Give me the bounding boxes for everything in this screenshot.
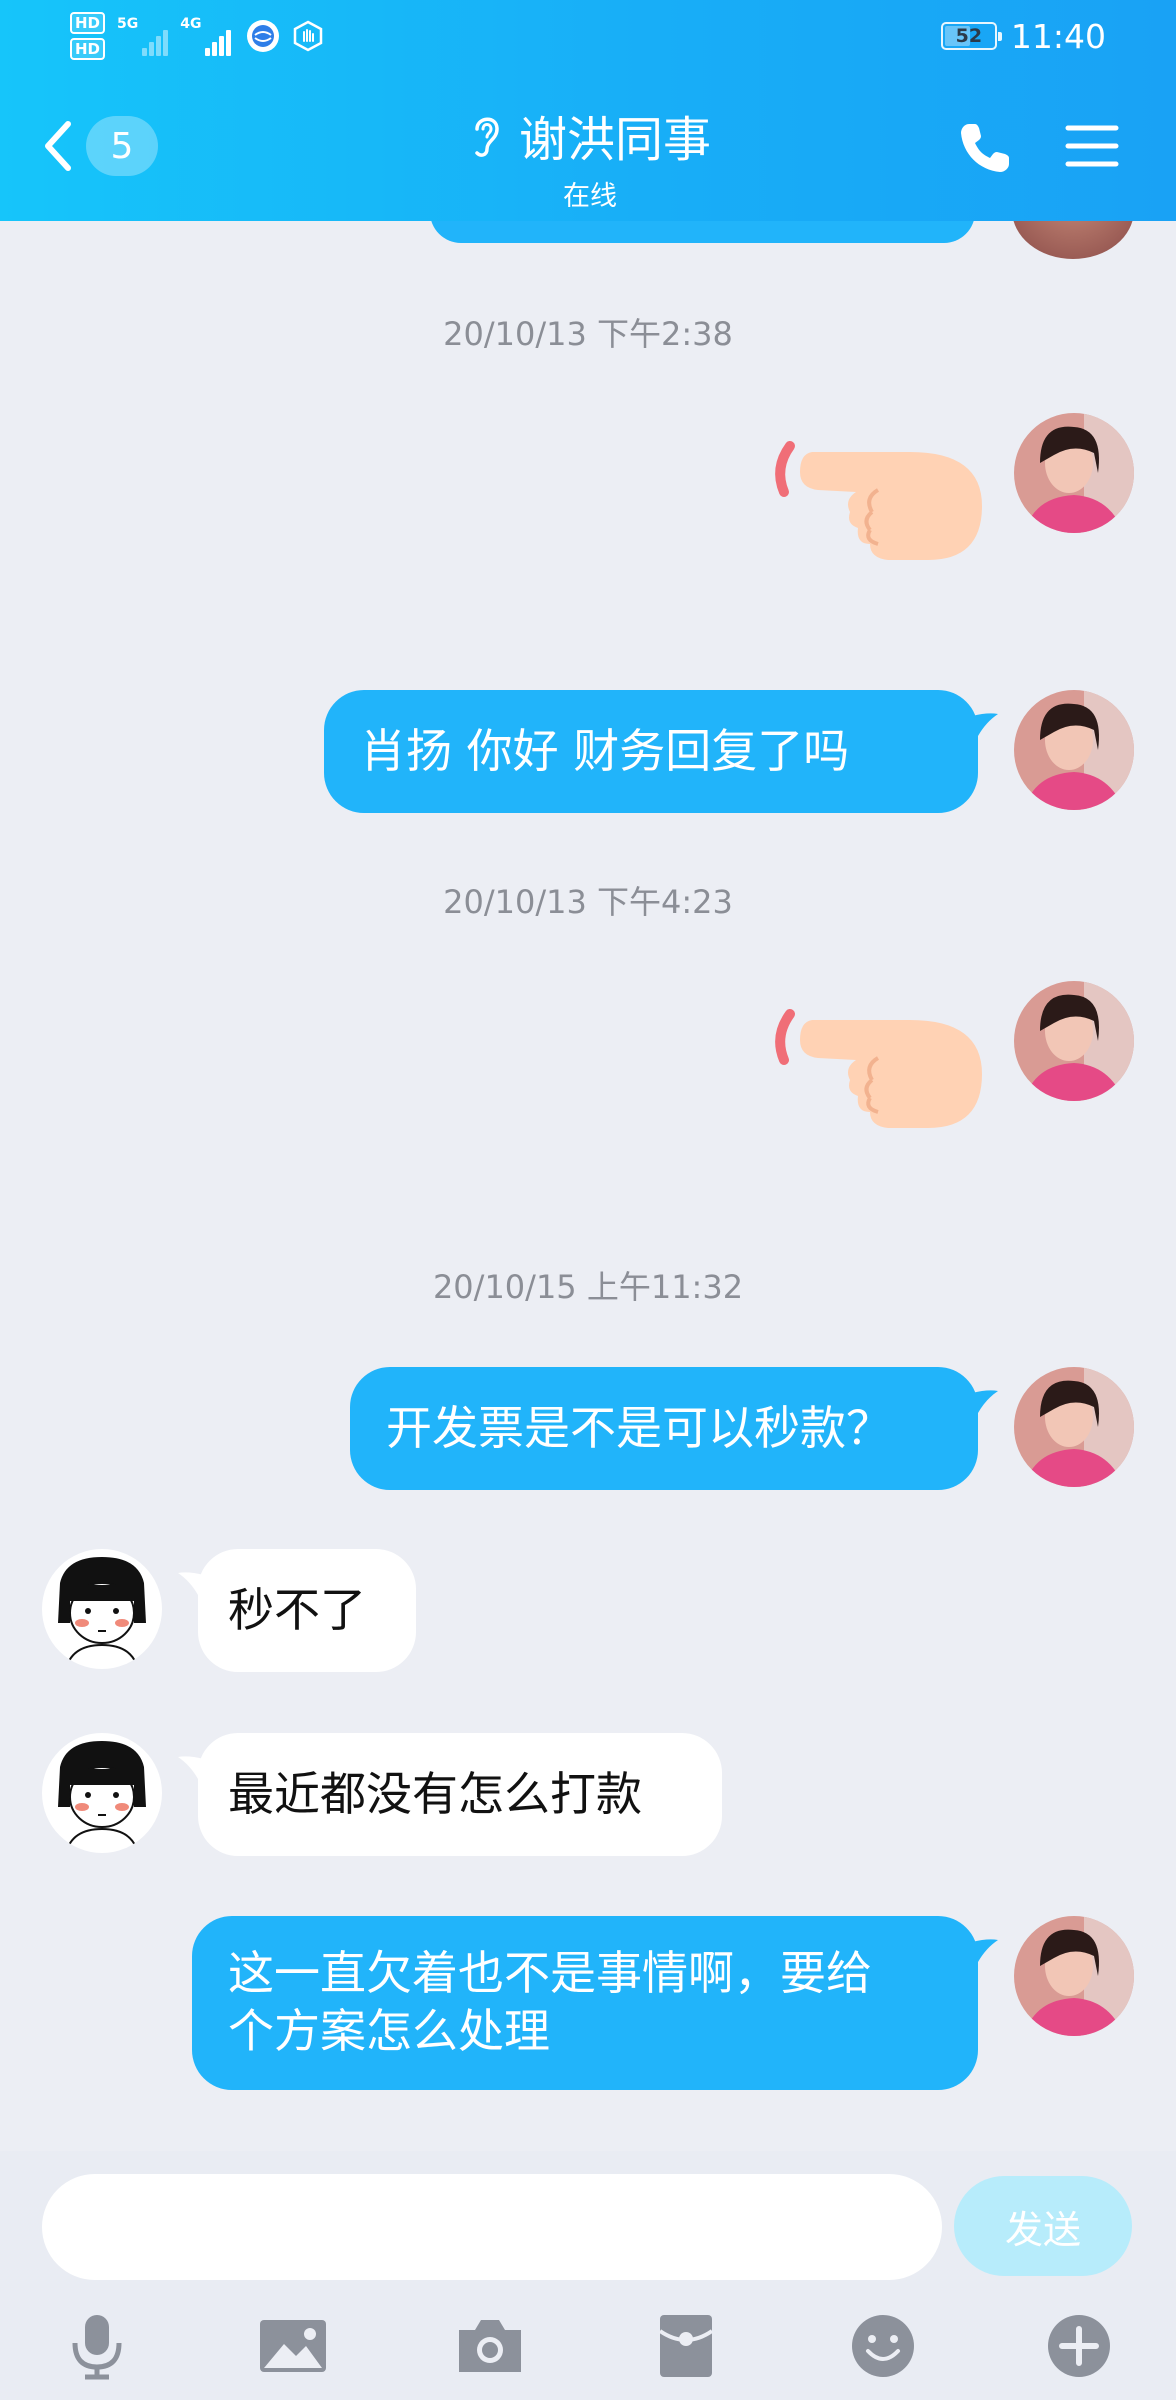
camera-icon <box>459 2320 521 2372</box>
ear-icon <box>475 117 499 157</box>
message-text-line-2: 个方案怎么处理 <box>228 2004 550 2058</box>
previous-message-avatar <box>1012 221 1134 259</box>
back-button[interactable]: 5 <box>40 110 170 182</box>
contact-title[interactable]: 谢洪同事 在线 <box>380 100 800 213</box>
timestamp: 20/10/13 下午4:23 <box>443 883 733 921</box>
message-bubble-out[interactable]: 这一直欠着也不是事情啊，要给 个方案怎么处理 <box>192 1916 998 2090</box>
message-bubble-in[interactable]: 最近都没有怎么打款 <box>178 1733 722 1856</box>
contact-name: 谢洪同事 <box>518 112 711 168</box>
status-icons-left: HD HD 5G 4G <box>70 8 325 64</box>
input-toolbar <box>0 2301 1176 2391</box>
status-time: 11:40 <box>1010 16 1106 56</box>
plus-icon <box>1048 2315 1110 2377</box>
back-arrow-icon <box>45 121 71 171</box>
my-avatar[interactable] <box>1014 1916 1134 2036</box>
more-button[interactable] <box>1034 2301 1124 2391</box>
message-bubble-out[interactable]: 肖扬 你好 财务回复了吗 <box>324 690 998 813</box>
contact-avatar[interactable] <box>42 1549 162 1669</box>
signal-1-icon: 5G <box>117 16 169 56</box>
message-text: 肖扬 你好 财务回复了吗 <box>360 724 850 778</box>
hd-badge-2: HD <box>70 38 106 60</box>
timestamp: 20/10/15 上午11:32 <box>432 1268 744 1306</box>
image-button[interactable] <box>248 2301 338 2391</box>
red-packet-icon <box>658 2315 714 2377</box>
message-bubble-in[interactable]: 秒不了 <box>178 1549 416 1672</box>
hand-app-icon <box>291 19 325 53</box>
bubble-tail <box>972 713 998 736</box>
battery-percent: 52 <box>955 25 983 47</box>
contact-status: 在线 <box>563 181 617 212</box>
image-icon <box>260 2320 326 2372</box>
message-input[interactable] <box>42 2174 942 2280</box>
hd-indicators: HD HD <box>70 12 106 60</box>
browser-app-icon <box>247 20 280 52</box>
network-type-1: 5G <box>117 16 139 32</box>
my-avatar[interactable] <box>1014 690 1134 810</box>
message-text-line-1: 这一直欠着也不是事情啊，要给 <box>228 1946 872 2000</box>
network-type-2: 4G <box>180 16 202 32</box>
pointing-hand-sticker[interactable] <box>760 994 990 1134</box>
bubble-tail <box>178 1756 204 1779</box>
my-avatar[interactable] <box>1014 413 1134 533</box>
contact-avatar[interactable] <box>42 1733 162 1853</box>
unread-count-badge: 5 <box>86 116 158 176</box>
menu-icon <box>1065 125 1119 167</box>
message-text: 开发票是不是可以秒款？ <box>386 1401 892 1455</box>
red-packet-button[interactable] <box>641 2301 731 2391</box>
phone-icon <box>961 124 1009 172</box>
chat-header: HD HD 5G 4G 52 11:40 5 谢洪同事 在线 <box>0 0 1176 221</box>
bubble-tail <box>178 1572 204 1595</box>
message-text: 最近都没有怎么打款 <box>228 1767 642 1821</box>
menu-button[interactable] <box>1062 116 1122 176</box>
emoji-icon <box>852 2315 914 2377</box>
send-button[interactable]: 发送 <box>954 2176 1132 2276</box>
input-bar: 发送 <box>0 2151 1176 2400</box>
emoji-button[interactable] <box>838 2301 928 2391</box>
message-bubble-out[interactable]: 开发票是不是可以秒款？ <box>350 1367 998 1490</box>
message-list[interactable]: 20/10/13 下午2:38 肖扬 你好 财务回复了吗 20/10/13 下午… <box>0 221 1176 2151</box>
my-avatar[interactable] <box>1014 981 1134 1101</box>
status-bar: HD HD 5G 4G 52 11:40 <box>0 0 1176 72</box>
my-avatar[interactable] <box>1014 1367 1134 1487</box>
bubble-tail <box>972 1939 998 1962</box>
previous-message-bubble <box>430 221 975 243</box>
hd-badge-1: HD <box>70 12 106 34</box>
camera-button[interactable] <box>445 2301 535 2391</box>
timestamp: 20/10/13 下午2:38 <box>443 315 733 353</box>
battery-icon: 52 <box>940 22 1002 50</box>
voice-input-button[interactable] <box>52 2301 142 2391</box>
mic-icon <box>72 2315 122 2380</box>
status-icons-right: 52 11:40 <box>940 14 1106 58</box>
pointing-hand-sticker[interactable] <box>760 426 990 566</box>
signal-2-icon: 4G <box>180 16 232 56</box>
voice-call-button[interactable] <box>955 118 1015 178</box>
message-text: 秒不了 <box>228 1583 366 1637</box>
bubble-tail <box>972 1390 998 1413</box>
